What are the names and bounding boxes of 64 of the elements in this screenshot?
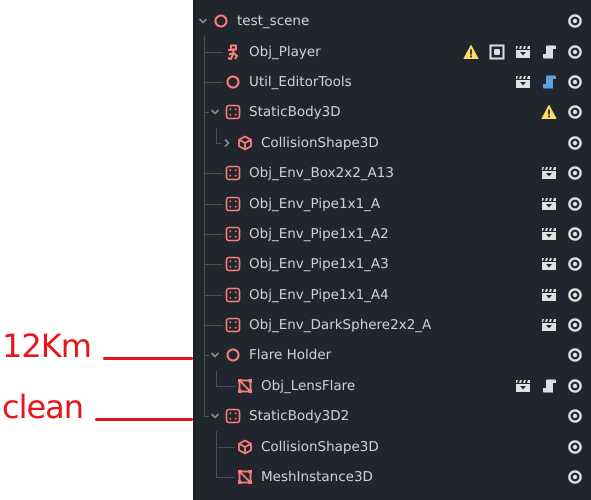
node-name[interactable]: Flare Holder: [249, 347, 567, 364]
eye-icon[interactable]: [567, 104, 583, 120]
node-name[interactable]: CollisionShape3D: [261, 134, 567, 151]
warning-icon[interactable]: [541, 104, 557, 120]
eye-icon[interactable]: [567, 226, 583, 242]
clapperboard-icon[interactable]: [515, 74, 531, 90]
eye-icon[interactable]: [567, 286, 583, 303]
clapperboard-icon[interactable]: [541, 165, 557, 182]
node-name[interactable]: StaticBody3D2: [249, 408, 567, 424]
node-name[interactable]: Obj_Env_DarkSphere2x2_A: [249, 317, 541, 334]
circle-icon: [225, 347, 241, 364]
eye-icon[interactable]: [567, 469, 583, 486]
eye-icon[interactable]: [567, 44, 583, 60]
dotted-square-icon: [225, 196, 241, 212]
dotted-square-icon: [225, 317, 241, 334]
eye-icon[interactable]: [567, 408, 583, 424]
cube-icon: [237, 134, 253, 151]
node-name[interactable]: Obj_Env_Pipe1x1_A3: [249, 256, 541, 272]
node-name[interactable]: Obj_Player: [249, 44, 463, 60]
dotted-square-icon: [225, 286, 241, 303]
dotted-square-icon: [225, 226, 241, 242]
node-name[interactable]: Obj_LensFlare: [261, 378, 515, 394]
node-name[interactable]: Obj_Env_Pipe1x1_A4: [249, 286, 541, 303]
node-name[interactable]: test_scene: [237, 13, 567, 30]
handwritten-note: 12Km: [1, 331, 91, 362]
circle-icon: [225, 74, 241, 90]
node-name[interactable]: Obj_Env_Pipe1x1_A: [249, 196, 541, 212]
node-name[interactable]: MeshInstance3D: [261, 469, 567, 486]
clapperboard-icon[interactable]: [515, 378, 531, 394]
eye-icon[interactable]: [567, 165, 583, 182]
eye-icon[interactable]: [567, 317, 583, 334]
crossed-square-icon: [237, 469, 253, 486]
circle-icon: [213, 13, 229, 30]
dotted-square-icon: [225, 165, 241, 182]
clapperboard-icon[interactable]: [541, 286, 557, 303]
eye-icon[interactable]: [567, 134, 583, 151]
scroll-icon[interactable]: [541, 74, 557, 90]
scroll-icon[interactable]: [541, 378, 557, 394]
eye-icon[interactable]: [567, 74, 583, 90]
handwritten-note: clean: [1, 392, 84, 422]
node-name[interactable]: Obj_Env_Pipe1x1_A2: [249, 226, 541, 242]
node-name[interactable]: StaticBody3D: [249, 104, 541, 120]
clapperboard-icon[interactable]: [541, 256, 557, 272]
dotted-square-icon: [225, 104, 241, 120]
warning-icon[interactable]: [463, 44, 479, 60]
eye-icon[interactable]: [567, 13, 583, 30]
clapperboard-icon[interactable]: [515, 44, 531, 60]
dotted-square-icon: [225, 408, 241, 424]
eye-icon[interactable]: [567, 347, 583, 364]
eye-icon[interactable]: [567, 438, 583, 455]
node-name[interactable]: Util_EditorTools: [249, 74, 515, 90]
scroll-icon[interactable]: [541, 44, 557, 60]
crossed-square-icon: [237, 378, 253, 394]
eye-icon[interactable]: [567, 256, 583, 272]
node-name[interactable]: CollisionShape3D: [261, 438, 567, 455]
dotted-square-icon: [225, 256, 241, 272]
clapperboard-icon[interactable]: [541, 226, 557, 242]
cube-icon: [237, 438, 253, 455]
clapperboard-icon[interactable]: [541, 317, 557, 334]
eye-icon[interactable]: [567, 196, 583, 212]
node-name[interactable]: Obj_Env_Box2x2_A13: [249, 165, 541, 182]
figure-icon: [225, 44, 241, 60]
clapperboard-icon[interactable]: [541, 196, 557, 212]
eye-icon[interactable]: [567, 378, 583, 394]
